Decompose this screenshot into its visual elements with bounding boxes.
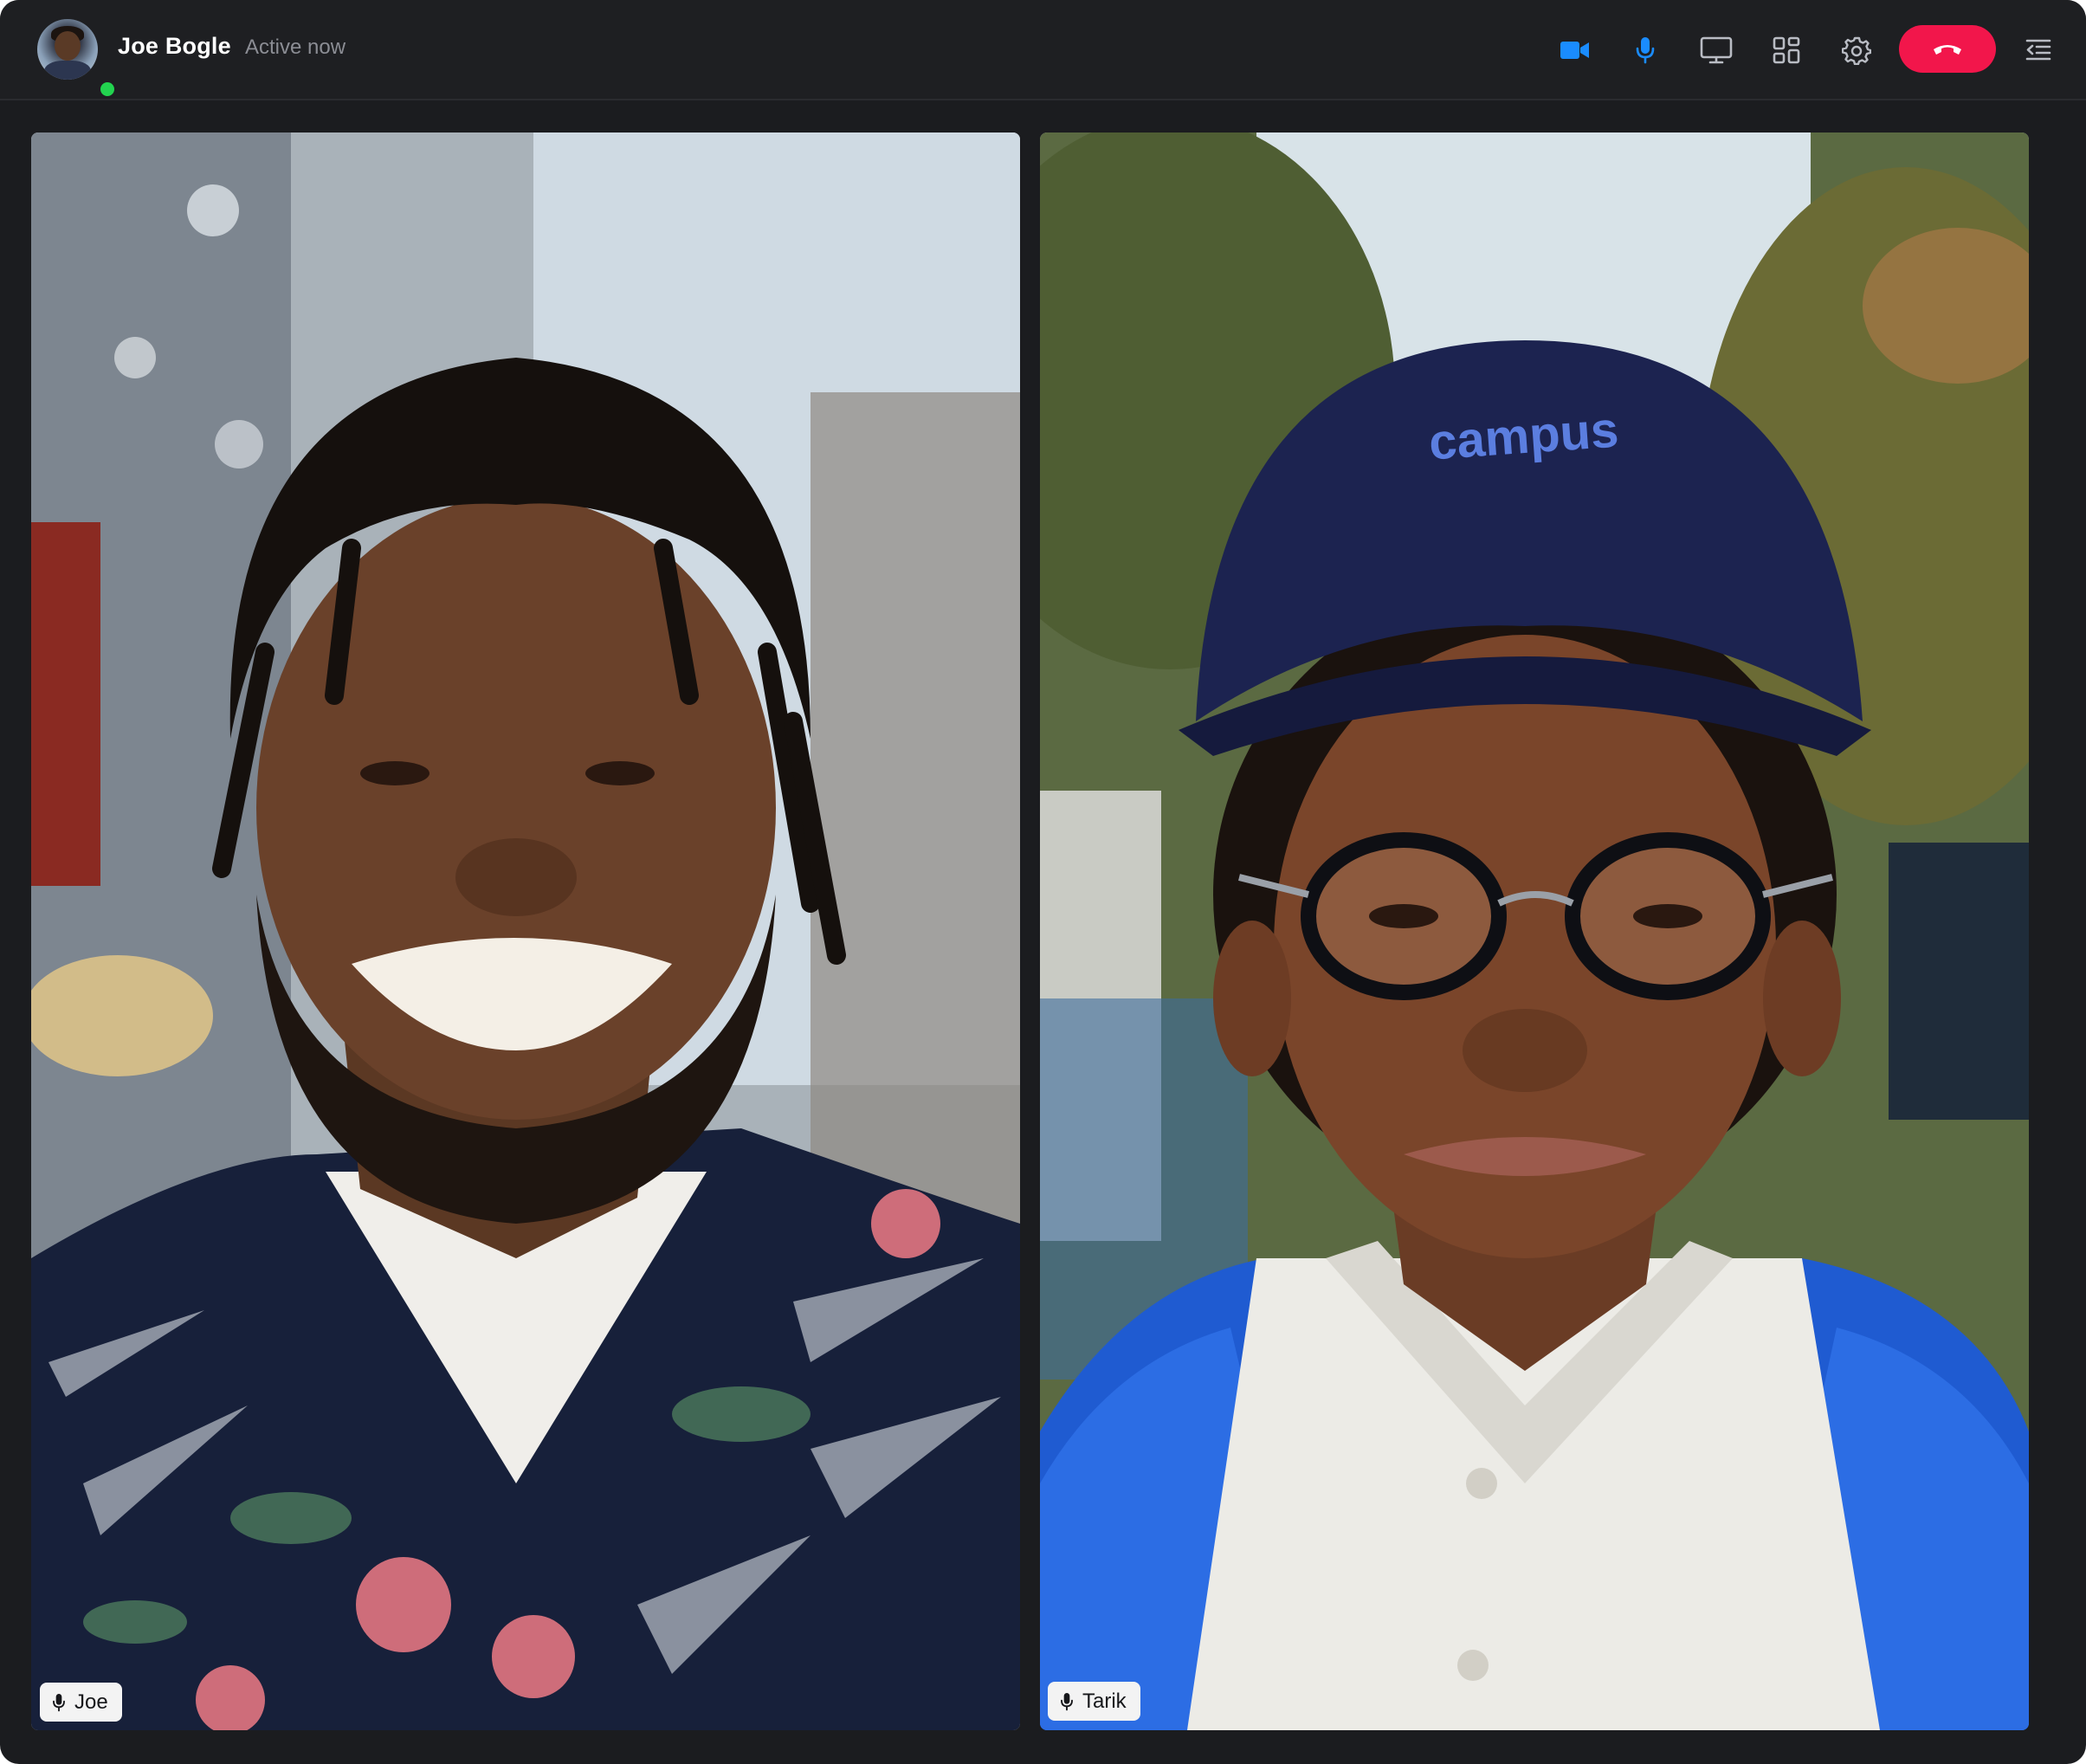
end-call-phone-icon [1934, 44, 1961, 55]
video-camera-icon [1560, 42, 1589, 59]
caller-name: Joe Bogle [118, 33, 231, 59]
participant-name: Joe [74, 1690, 108, 1714]
online-status-dot [98, 80, 117, 99]
settings-button[interactable] [1832, 26, 1881, 74]
participant-video-tarik: campus [1040, 132, 2029, 1730]
screen-share-icon [1700, 36, 1733, 64]
screen-share-button[interactable] [1692, 26, 1740, 74]
participant-label-tarik: Tarik [1048, 1682, 1140, 1721]
participant-name: Tarik [1082, 1689, 1127, 1713]
end-call-button[interactable] [1899, 25, 1996, 73]
microphone-icon [1636, 37, 1655, 64]
microphone-icon [53, 1693, 65, 1711]
grid-layout-icon [1773, 36, 1800, 64]
participant-video-joe [31, 132, 1020, 1730]
sidebar-toggle-button[interactable] [2014, 26, 2063, 74]
call-header: Joe Bogle Active now [0, 0, 2086, 100]
toggle-camera-button[interactable] [1551, 26, 1599, 74]
video-tile-tarik[interactable]: campus Tarik [1040, 132, 2029, 1730]
settings-gear-icon [1842, 36, 1871, 65]
video-call-window: Joe Bogle Active now Joe campus Tarik [0, 0, 2086, 1764]
participant-label-joe: Joe [40, 1683, 122, 1722]
caller-status: Active now [245, 36, 346, 59]
caller-avatar-container[interactable] [37, 19, 117, 99]
avatar [37, 19, 98, 80]
grid-layout-button[interactable] [1762, 26, 1811, 74]
sidebar-menu-icon [2025, 39, 2051, 61]
toggle-microphone-button[interactable] [1621, 26, 1669, 74]
microphone-icon [1061, 1692, 1073, 1710]
video-tile-joe[interactable]: Joe [31, 132, 1020, 1730]
